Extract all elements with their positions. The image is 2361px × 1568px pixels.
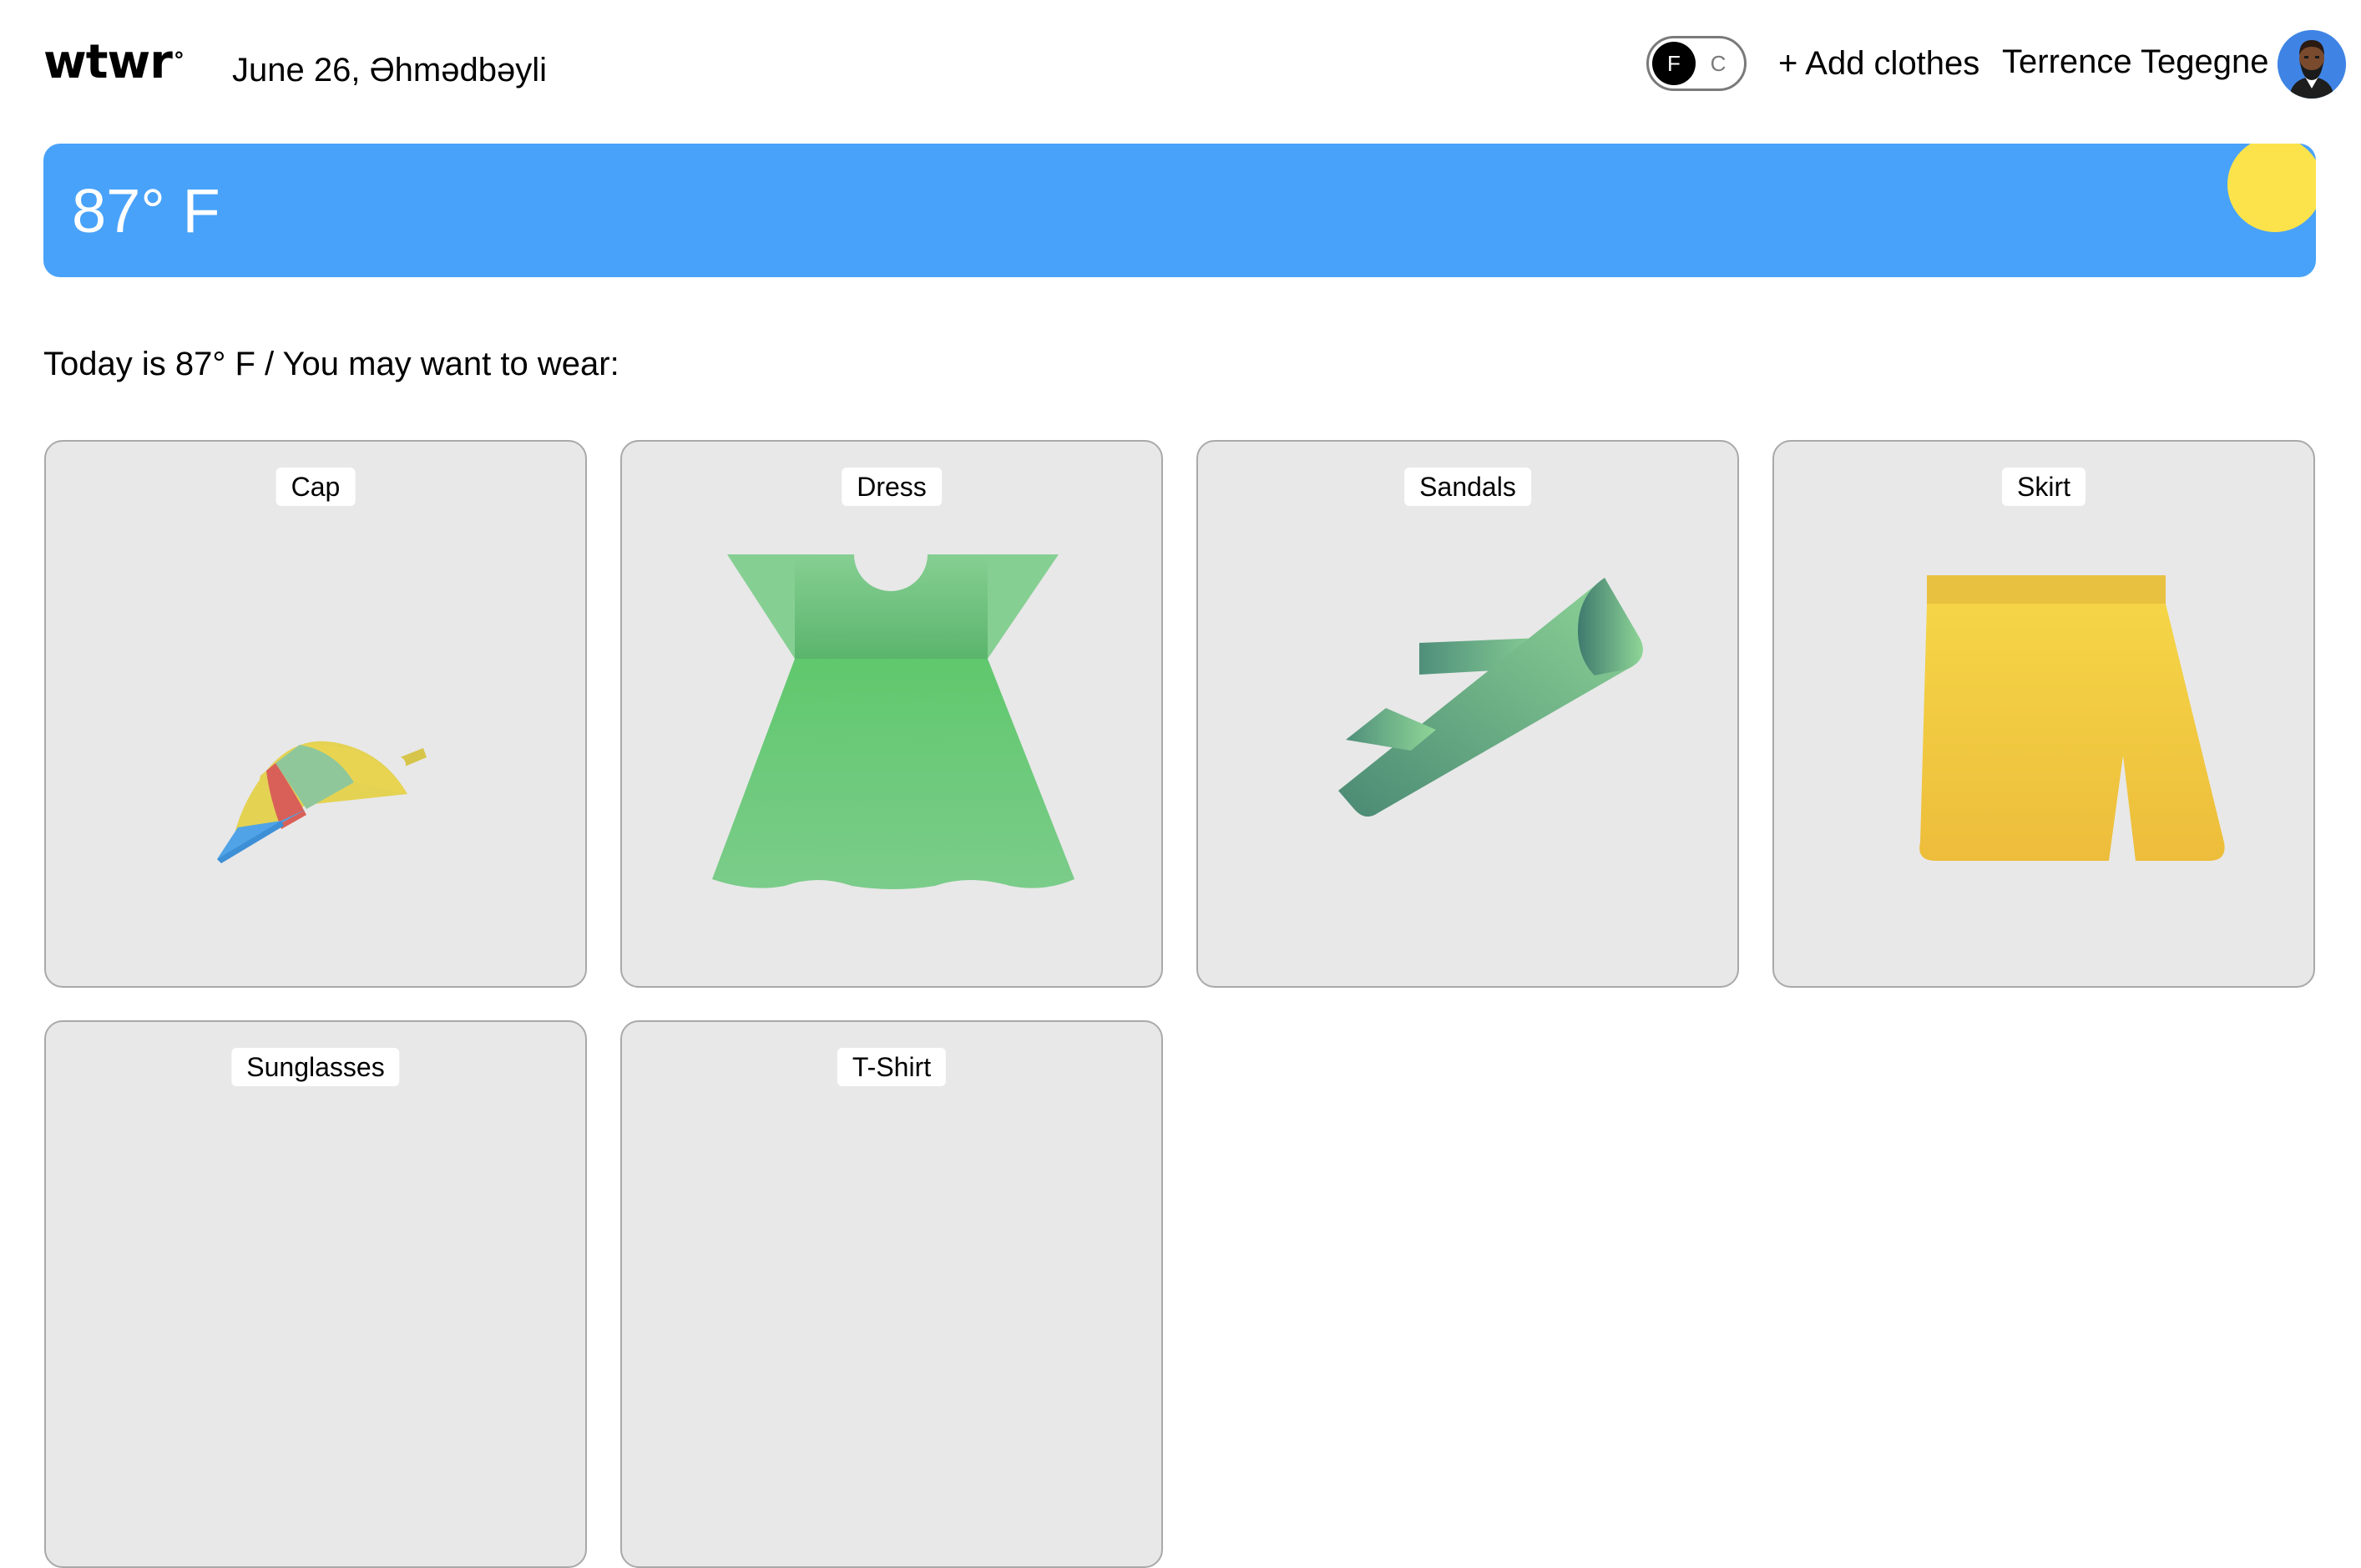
toggle-option-celsius[interactable]: C: [1706, 42, 1731, 85]
date-location: June 26, Əhmədbəyli: [232, 52, 547, 89]
card-label: Dress: [842, 468, 942, 506]
toggle-option-fahrenheit[interactable]: F: [1652, 42, 1696, 85]
dress-icon: [712, 525, 1074, 889]
logo-degree-mark: °: [173, 48, 185, 73]
sandals-icon: [1338, 578, 1643, 817]
header: wtwr° June 26, Əhmədbəyli F C + Add clot…: [0, 0, 2361, 134]
card-label: Sunglasses: [231, 1048, 400, 1086]
add-clothes-button[interactable]: + Add clothes: [1778, 40, 1979, 87]
user-name: Terrence Tegegne: [2002, 43, 2269, 80]
card-label: T-Shirt: [837, 1048, 947, 1086]
weather-card: 87° F: [43, 144, 2316, 277]
clothing-card-sandals[interactable]: Sandals: [1196, 440, 1739, 988]
weather-temperature: 87° F: [72, 176, 220, 245]
card-label: Cap: [276, 468, 356, 506]
clothing-card-skirt[interactable]: Skirt: [1772, 440, 2315, 988]
card-label: Skirt: [2002, 468, 2085, 506]
sun-icon: [2227, 144, 2316, 232]
temperature-unit-toggle[interactable]: F C: [1646, 36, 1747, 91]
clothing-card-dress[interactable]: Dress: [620, 440, 1163, 988]
logo[interactable]: wtwr°: [43, 33, 185, 92]
clothing-card-cap[interactable]: Cap: [44, 440, 587, 988]
card-label: Sandals: [1404, 468, 1531, 506]
skirt-icon: [1919, 575, 2225, 861]
clothing-recommendation-text: Today is 87° F / You may want to wear:: [43, 346, 619, 382]
logo-text: wtwr: [43, 35, 173, 89]
clothing-card-tshirt[interactable]: T-Shirt: [620, 1020, 1163, 1568]
clothing-card-sunglasses[interactable]: Sunglasses: [44, 1020, 587, 1568]
cap-icon: [217, 741, 427, 863]
user-avatar-icon[interactable]: [2278, 30, 2346, 99]
